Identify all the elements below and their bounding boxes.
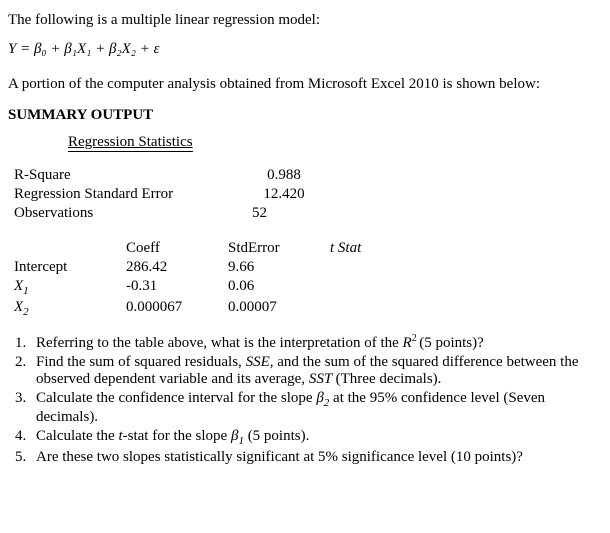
regression-statistics-table: R-Square 0.988 Regression Standard Error… [8, 166, 338, 223]
coefficients-table: Coeff StdError t Stat Intercept 286.42 9… [8, 239, 406, 319]
question-5: Are these two slopes statistically signi… [30, 449, 602, 466]
questions-list: Referring to the table above, what is th… [30, 333, 602, 466]
question-3: Calculate the confidence interval for th… [30, 390, 602, 426]
intro-text: The following is a multiple linear regre… [8, 12, 602, 29]
x1-coeff: -0.31 [120, 277, 222, 298]
observations-label: Observations [8, 204, 230, 223]
observations-value: 52 [230, 204, 338, 223]
regression-statistics-header: Regression Statistics [68, 134, 193, 152]
r-square-label: R-Square [8, 166, 230, 185]
question-4: Calculate the t-stat for the slope β1 (5… [30, 428, 602, 447]
x1-se: 0.06 [222, 277, 324, 298]
x1-label: X1 [8, 277, 120, 298]
summary-output-title: SUMMARY OUTPUT [8, 107, 602, 124]
tstat-header: t Stat [324, 239, 406, 258]
rse-label: Regression Standard Error [8, 185, 230, 204]
rse-value: 12.420 [230, 185, 338, 204]
question-1: Referring to the table above, what is th… [30, 333, 602, 352]
coeff-header: Coeff [120, 239, 222, 258]
question-2: Find the sum of squared residuals, SSE, … [30, 354, 602, 388]
x2-label: X2 [8, 298, 120, 319]
table-row: X1 -0.31 0.06 [8, 277, 406, 298]
table-row: Intercept 286.42 9.66 [8, 258, 406, 277]
intercept-se: 9.66 [222, 258, 324, 277]
table-row: R-Square 0.988 [8, 166, 338, 185]
table-row: X2 0.000067 0.00007 [8, 298, 406, 319]
x2-coeff: 0.000067 [120, 298, 222, 319]
r-square-value: 0.988 [230, 166, 338, 185]
context-text: A portion of the computer analysis obtai… [8, 76, 602, 93]
table-row: Observations 52 [8, 204, 338, 223]
regression-equation: Y = β₀ + β₁X₁ + β₂X₂ + ε [8, 41, 602, 58]
table-header-row: Coeff StdError t Stat [8, 239, 406, 258]
intercept-coeff: 286.42 [120, 258, 222, 277]
table-row: Regression Standard Error 12.420 [8, 185, 338, 204]
stderr-header: StdError [222, 239, 324, 258]
intercept-label: Intercept [8, 258, 120, 277]
x2-se: 0.00007 [222, 298, 324, 319]
